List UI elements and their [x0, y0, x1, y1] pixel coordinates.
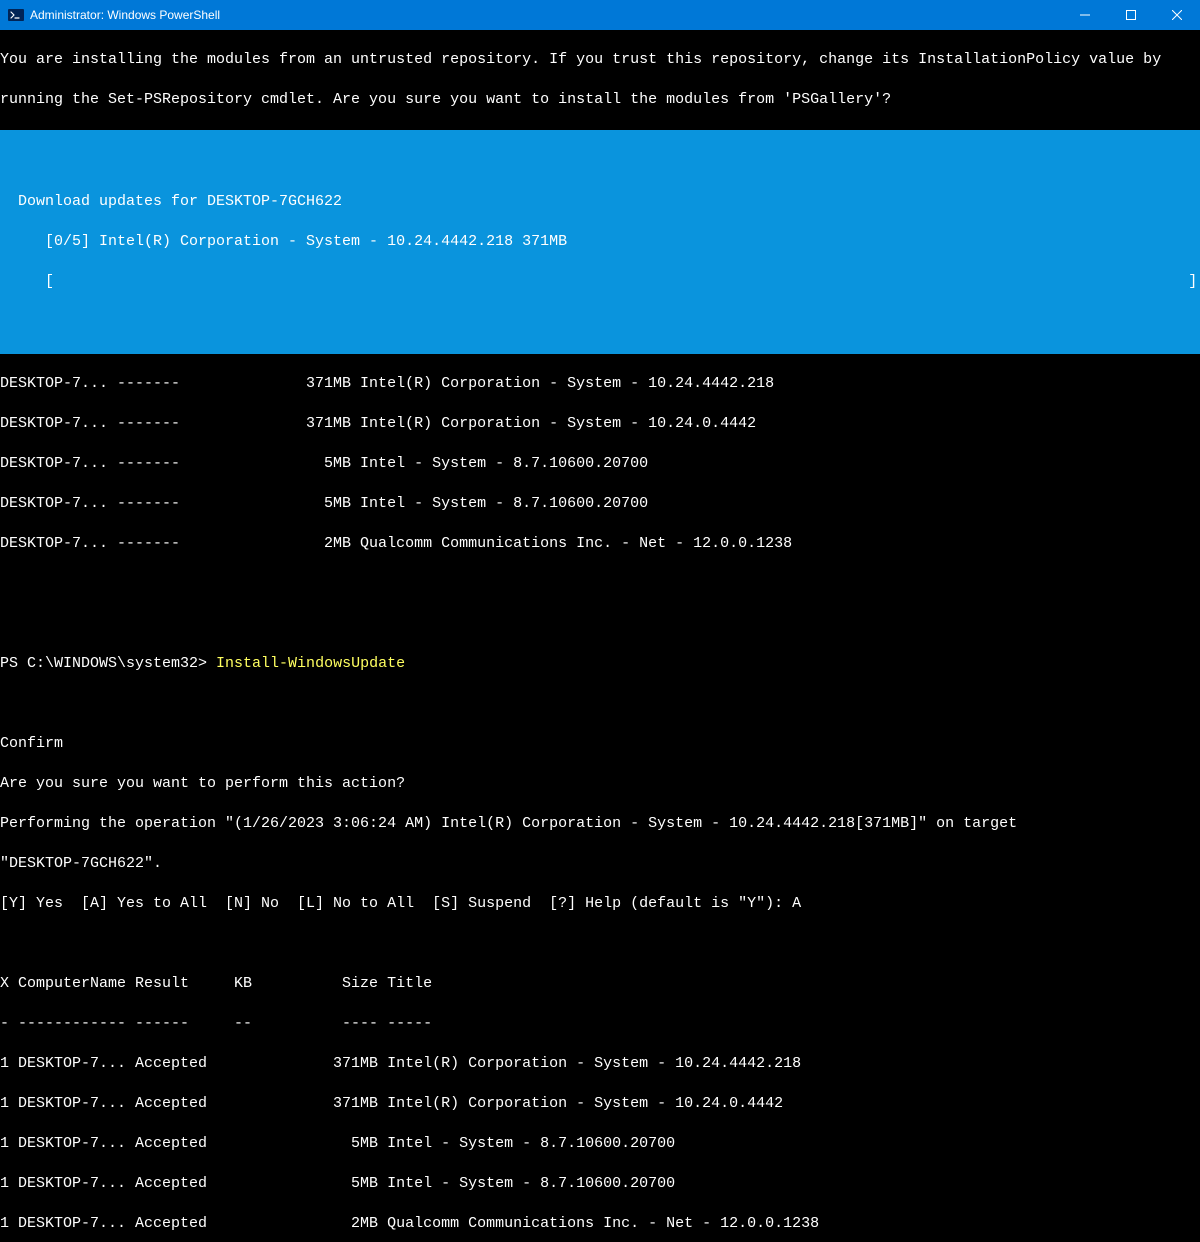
- minimize-button[interactable]: [1062, 0, 1108, 30]
- table-row: 1 DESKTOP-7... Accepted 371MB Intel(R) C…: [0, 1054, 1200, 1074]
- table-row: 1 DESKTOP-7... Accepted 2MB Qualcomm Com…: [0, 1214, 1200, 1234]
- confirm-header: Confirm: [0, 734, 1200, 754]
- window-titlebar: Administrator: Windows PowerShell: [0, 0, 1200, 30]
- blank-line: [0, 934, 1200, 954]
- table-separator: - ------------ ------ -- ---- -----: [0, 1014, 1200, 1034]
- confirm-question: Are you sure you want to perform this ac…: [0, 774, 1200, 794]
- table-header: X ComputerName Result KB Size Title: [0, 974, 1200, 994]
- blank-line: [0, 614, 1200, 634]
- table-row: 1 DESKTOP-7... Accepted 371MB Intel(R) C…: [0, 1094, 1200, 1114]
- terminal-output[interactable]: You are installing the modules from an u…: [0, 30, 1200, 1242]
- confirm-detail: Performing the operation "(1/26/2023 3:0…: [0, 814, 1200, 834]
- list-row: DESKTOP-7... ------- 371MB Intel(R) Corp…: [0, 414, 1200, 434]
- confirm-options: [Y] Yes [A] Yes to All [N] No [L] No to …: [0, 894, 1200, 914]
- powershell-icon: [8, 7, 24, 23]
- progress-block: Download updates for DESKTOP-7GCH622 [0/…: [0, 130, 1200, 354]
- blank-line: [0, 694, 1200, 714]
- window-title: Administrator: Windows PowerShell: [30, 5, 1062, 25]
- table-row: 1 DESKTOP-7... Accepted 5MB Intel - Syst…: [0, 1174, 1200, 1194]
- prompt-path: PS C:\WINDOWS\system32>: [0, 655, 216, 672]
- confirm-detail: "DESKTOP-7GCH622".: [0, 854, 1200, 874]
- list-row: DESKTOP-7... ------- 5MB Intel - System …: [0, 494, 1200, 514]
- list-row: DESKTOP-7... ------- 371MB Intel(R) Corp…: [0, 374, 1200, 394]
- table-row: 1 DESKTOP-7... Accepted 5MB Intel - Syst…: [0, 1134, 1200, 1154]
- blank-line: [0, 312, 1200, 332]
- prompt-line: PS C:\WINDOWS\system32> Install-WindowsU…: [0, 654, 1200, 674]
- warning-line: running the Set-PSRepository cmdlet. Are…: [0, 90, 1200, 110]
- progress-item: [0/5] Intel(R) Corporation - System - 10…: [0, 232, 1200, 252]
- progress-title: Download updates for DESKTOP-7GCH622: [0, 192, 1200, 212]
- close-button[interactable]: [1154, 0, 1200, 30]
- maximize-button[interactable]: [1108, 0, 1154, 30]
- blank-line: [0, 152, 1200, 172]
- blank-line: [0, 574, 1200, 594]
- list-row: DESKTOP-7... ------- 2MB Qualcomm Commun…: [0, 534, 1200, 554]
- warning-line: You are installing the modules from an u…: [0, 50, 1200, 70]
- prompt-command: Install-WindowsUpdate: [216, 655, 405, 672]
- list-row: DESKTOP-7... ------- 5MB Intel - System …: [0, 454, 1200, 474]
- progress-bar: [ ]: [0, 272, 1200, 292]
